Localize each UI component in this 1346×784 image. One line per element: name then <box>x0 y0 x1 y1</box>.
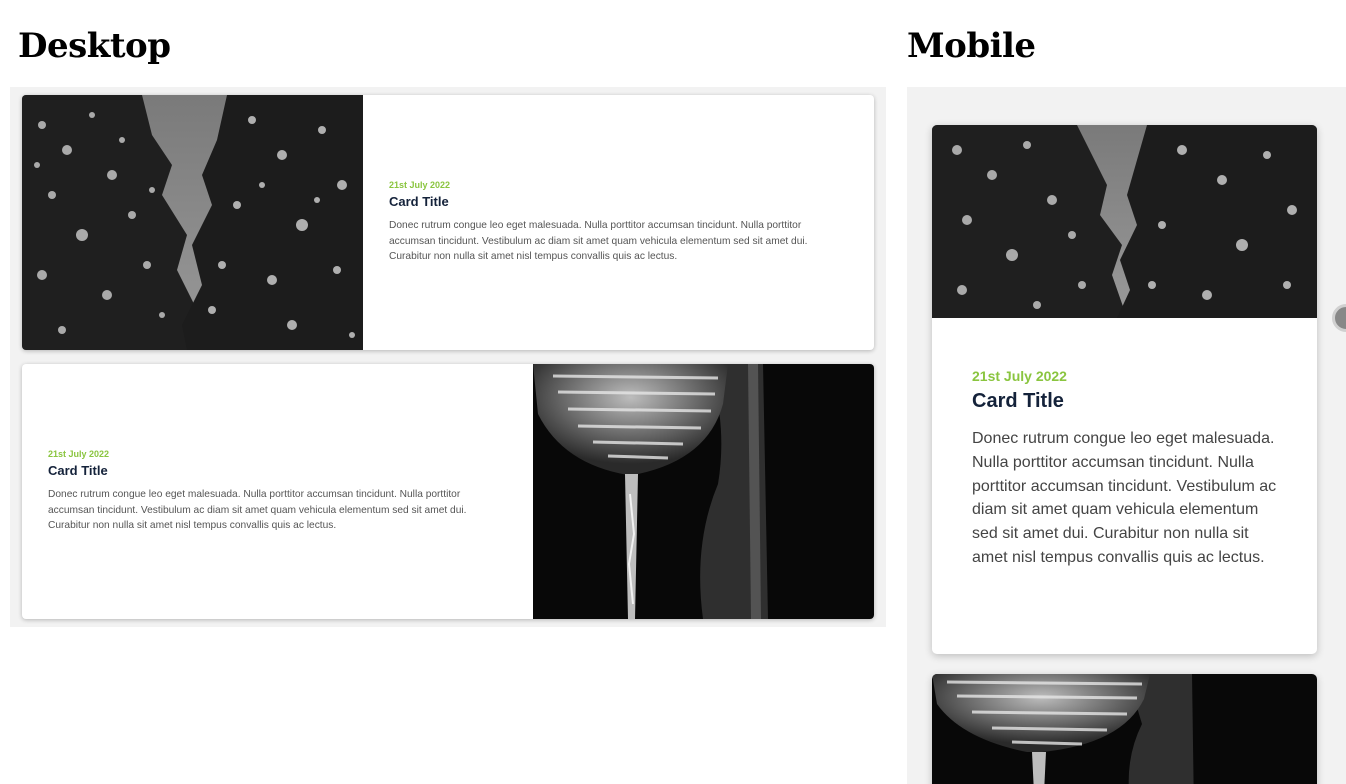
desktop-card-2[interactable]: 21st July 2022 Card Title Donec rutrum c… <box>22 364 874 619</box>
wine-glass-image <box>932 674 1317 784</box>
desktop-card-1[interactable]: 21st July 2022 Card Title Donec rutrum c… <box>22 95 874 350</box>
card-title[interactable]: Card Title <box>972 390 1277 413</box>
card-date: 21st July 2022 <box>972 368 1067 384</box>
mobile-card-2[interactable] <box>932 674 1317 784</box>
card-title[interactable]: Card Title <box>48 463 503 478</box>
card-body: 21st July 2022 Card Title Donec rutrum c… <box>22 364 533 619</box>
desktop-heading: Desktop <box>18 26 171 66</box>
desktop-preview-panel: 21st July 2022 Card Title Donec rutrum c… <box>10 87 886 627</box>
mobile-preview-panel: 21st July 2022 Card Title Donec rutrum c… <box>907 87 1346 784</box>
card-date: 21st July 2022 <box>389 180 451 191</box>
mobile-heading: Mobile <box>907 26 1036 66</box>
card-body: 21st July 2022 Card Title Donec rutrum c… <box>932 318 1317 570</box>
card-title[interactable]: Card Title <box>389 194 848 209</box>
snowy-trees-image <box>22 95 363 350</box>
card-text: Donec rutrum congue leo eget malesuada. … <box>389 220 808 263</box>
mobile-card-1[interactable]: 21st July 2022 Card Title Donec rutrum c… <box>932 125 1317 654</box>
card-text: Donec rutrum congue leo eget malesuada. … <box>972 430 1277 566</box>
card-text: Donec rutrum congue leo eget malesuada. … <box>48 489 467 532</box>
card-body: 21st July 2022 Card Title Donec rutrum c… <box>363 95 874 350</box>
card-date: 21st July 2022 <box>48 449 110 460</box>
wine-glass-image <box>533 364 874 619</box>
snowy-trees-image <box>932 125 1317 318</box>
